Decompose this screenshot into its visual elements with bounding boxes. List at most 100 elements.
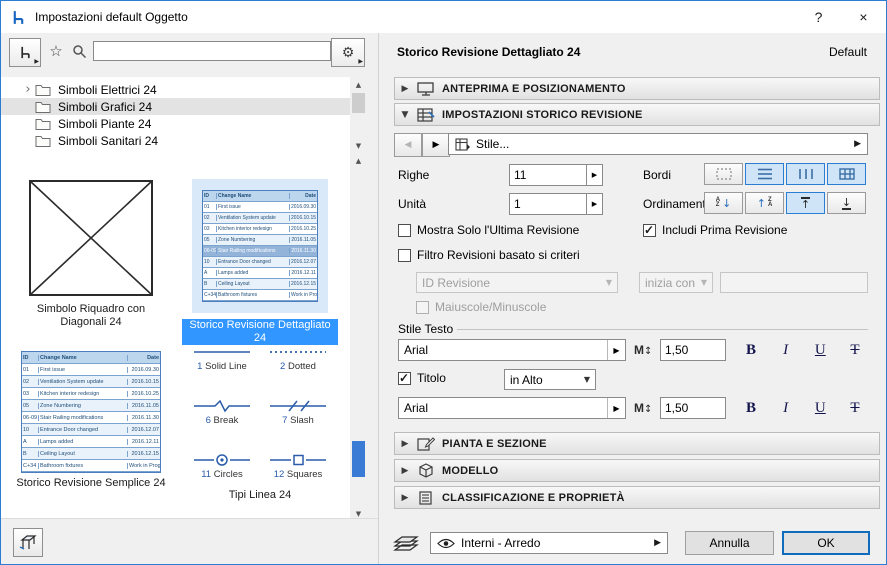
strikethrough-button[interactable]: T: [843, 397, 867, 419]
rows-input[interactable]: [509, 164, 587, 186]
object-item-storico-semplice[interactable]: IDChange NameDate01First issue2016.09.30…: [7, 353, 175, 490]
layer-selector[interactable]: Interni - Arredo ▶: [430, 532, 668, 554]
body-size-input[interactable]: [660, 339, 726, 361]
title-font-combo[interactable]: ▶: [398, 397, 626, 419]
title-size-group: [660, 397, 726, 419]
title-checkbox[interactable]: [398, 372, 411, 385]
units-input[interactable]: [509, 193, 587, 215]
line-sample-circles: 11 Circles: [191, 453, 253, 480]
title-font-input[interactable]: [399, 401, 607, 415]
include-first-checkbox[interactable]: [643, 224, 656, 237]
layer-stack-icon: [393, 535, 419, 553]
sort-newest-bottom-button[interactable]: ↓: [827, 192, 866, 214]
tree-item-simboli-grafici[interactable]: Simboli Grafici 24: [1, 98, 350, 115]
underline-button[interactable]: U: [808, 339, 832, 361]
style-table-icon: [455, 138, 470, 151]
filter-criteria-checkbox[interactable]: [398, 249, 411, 262]
border-horizontal-button[interactable]: [745, 163, 784, 185]
object-browser-mode-button[interactable]: ▶: [9, 38, 41, 67]
title-position-select[interactable]: in Alto ▼: [504, 369, 596, 390]
line-type-name: Squares: [287, 469, 322, 480]
bold-button[interactable]: B: [739, 397, 763, 419]
revision-row: C+34Bathroom fixturesWork in Progress: [203, 290, 317, 301]
scroll-down-button[interactable]: ▼: [350, 138, 367, 153]
italic-button[interactable]: I: [774, 339, 798, 361]
revision-row: ALamps added2016.12.11: [22, 436, 160, 448]
style-selector-field[interactable]: Stile... ▶: [448, 133, 868, 155]
section-label: MODELLO: [442, 465, 498, 477]
section-modello[interactable]: ▶ MODELLO: [394, 459, 880, 482]
strikethrough-button[interactable]: T: [843, 339, 867, 361]
sort-descending-button[interactable]: ↑ ZA: [745, 192, 784, 214]
rows-input-group: ▶: [509, 164, 603, 186]
tree-scrollbar[interactable]: ▲ ▼: [350, 77, 367, 153]
next-style-button[interactable]: ▶: [422, 133, 450, 157]
tree-item-simboli-piante[interactable]: Simboli Piante 24: [1, 115, 350, 132]
border-none-button[interactable]: [704, 163, 743, 185]
folder-tree: › Simboli Elettrici 24 Simboli Grafici 2…: [1, 77, 350, 153]
ok-button[interactable]: OK: [782, 531, 870, 555]
object-item-tipi-linea[interactable]: 1 Solid Line 2 Dotted 6 Break 7 Slash 11…: [179, 333, 341, 503]
tree-item-simboli-elettrici[interactable]: › Simboli Elettrici 24: [1, 81, 350, 98]
search-input[interactable]: [93, 41, 331, 61]
filter-field-dropdown: ID Revisione ▼: [416, 272, 618, 293]
flyout-arrow-icon: ▶: [358, 59, 363, 65]
revision-row: C+34Bathroom fixturesWork in Progress: [22, 460, 160, 472]
case-sensitive-checkbox: [416, 301, 429, 314]
section-anteprima-posizionamento[interactable]: ▶ ANTEPRIMA E POSIZIONAMENTO: [394, 77, 880, 100]
line-type-number: 2: [280, 361, 285, 372]
help-button[interactable]: ?: [796, 1, 841, 33]
combo-arrow-icon: ▼: [606, 278, 612, 287]
mini-revision-table: IDChange NameDate01First issue2016.09.30…: [21, 351, 161, 473]
object-grid: Simbolo Riquadro con Diagonali 24 IDChan…: [1, 153, 350, 521]
underline-button[interactable]: U: [808, 397, 832, 419]
library-view-toggle-button[interactable]: [13, 528, 43, 557]
title-position-value: in Alto: [510, 373, 543, 387]
dialog-chair-icon: [10, 9, 27, 26]
body-font-combo[interactable]: ▶: [398, 339, 626, 361]
scrollbar-thumb[interactable]: [352, 441, 365, 477]
sort-ascending-button[interactable]: AZ ↓: [704, 192, 743, 214]
close-button[interactable]: ×: [841, 1, 886, 33]
scrollbar-thumb[interactable]: [352, 93, 365, 113]
settings-gear-button[interactable]: ⚙ ▶: [331, 38, 365, 67]
tree-item-simboli-sanitari[interactable]: Simboli Sanitari 24: [1, 132, 350, 149]
units-label: Unità: [398, 197, 426, 211]
show-last-only-checkbox[interactable]: [398, 224, 411, 237]
layer-value: Interni - Arredo: [461, 536, 540, 550]
bold-button[interactable]: B: [739, 339, 763, 361]
grid-scrollbar[interactable]: ▲ ▼: [350, 153, 367, 521]
expand-chevron-icon[interactable]: ›: [21, 83, 35, 97]
section-pianta-sezione[interactable]: ▶ PIANTA E SEZIONE: [394, 432, 880, 455]
body-font-input[interactable]: [399, 343, 607, 357]
favorites-star-button[interactable]: ☆: [45, 40, 67, 62]
tree-item-label: Simboli Elettrici 24: [58, 83, 157, 97]
rows-stepper-button[interactable]: ▶: [587, 164, 603, 186]
section-classificazione-proprieta[interactable]: ▶ CLASSIFICAZIONE E PROPRIETÀ: [394, 486, 880, 509]
include-first-label: Includi Prima Revisione: [662, 223, 787, 237]
previous-style-button[interactable]: ◀: [394, 133, 422, 157]
object-item-riquadro-diagonali[interactable]: Simbolo Riquadro con Diagonali 24: [11, 179, 171, 329]
font-flyout-button[interactable]: ▶: [607, 340, 625, 360]
cancel-button[interactable]: Annulla: [685, 531, 774, 555]
italic-button[interactable]: I: [774, 397, 798, 419]
folder-icon: [35, 134, 51, 147]
title-option: Titolo: [398, 371, 446, 385]
title-size-input[interactable]: [660, 397, 726, 419]
border-grid-button[interactable]: [827, 163, 866, 185]
scroll-up-button[interactable]: ▲: [350, 153, 367, 168]
plan-pencil-icon: [417, 437, 435, 451]
font-flyout-button[interactable]: ▶: [607, 398, 625, 418]
line-type-name: Slash: [290, 415, 314, 426]
search-button[interactable]: [69, 40, 89, 62]
sort-newest-top-button[interactable]: ↑: [786, 192, 825, 214]
section-impostazioni-storico[interactable]: ▼ IMPOSTAZIONI STORICO REVISIONE: [394, 103, 880, 126]
object-item-storico-dettagliato[interactable]: IDChange NameDate01First issue2016.09.30…: [179, 179, 341, 345]
line-type-name: Dotted: [288, 361, 316, 372]
selected-object-title: Storico Revisione Dettagliato 24: [397, 45, 580, 59]
scroll-up-button[interactable]: ▲: [350, 77, 367, 92]
line-type-number: 12: [274, 469, 285, 480]
border-vertical-button[interactable]: [786, 163, 825, 185]
units-stepper-button[interactable]: ▶: [587, 193, 603, 215]
library-browser-panel: ▶ ☆ ⚙ ▶ › Simboli Elettrici 24: [1, 33, 379, 564]
